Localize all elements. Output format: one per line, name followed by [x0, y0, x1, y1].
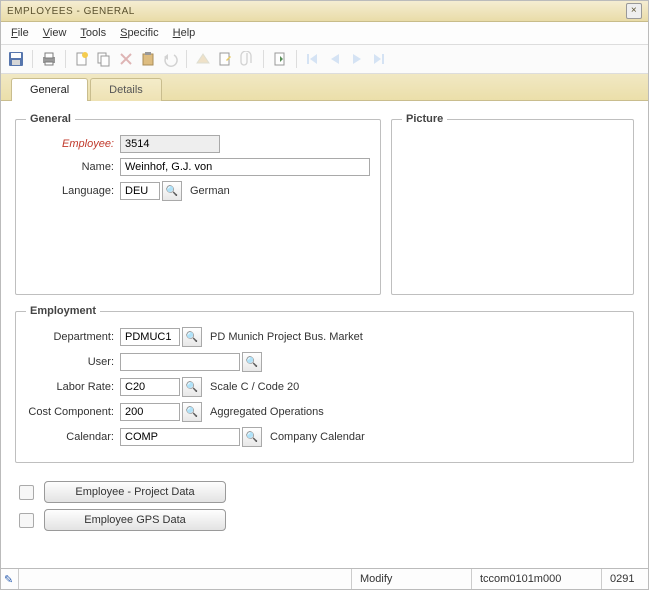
cost-component-desc: Aggregated Operations [210, 406, 324, 418]
save-icon[interactable] [7, 50, 25, 68]
user-lookup-icon[interactable]: 🔍 [242, 352, 262, 372]
department-desc: PD Munich Project Bus. Market [210, 331, 363, 343]
prev-icon [326, 50, 344, 68]
edit-mode-icon: ✎ [4, 573, 15, 586]
language-label: Language: [26, 185, 120, 197]
copy-icon[interactable] [95, 50, 113, 68]
project-data-checkbox[interactable] [19, 485, 34, 500]
menu-help[interactable]: Help [167, 25, 202, 41]
tab-general[interactable]: General [11, 78, 88, 101]
labor-rate-field[interactable] [120, 378, 180, 396]
calendar-desc: Company Calendar [270, 431, 365, 443]
separator [186, 50, 187, 68]
window: EMPLOYEES - GENERAL × File View Tools Sp… [0, 0, 649, 590]
group-picture: Picture [391, 113, 634, 295]
tabstrip: General Details [1, 74, 648, 101]
menu-tools[interactable]: Tools [74, 25, 112, 41]
cost-component-label: Cost Component: [26, 406, 120, 418]
group-general: General Employee: Name: Language: 🔍 Germ… [15, 113, 381, 295]
user-field[interactable] [120, 353, 240, 371]
group-general-legend: General [26, 113, 75, 125]
employee-gps-data-button[interactable]: Employee GPS Data [44, 509, 226, 531]
delete-icon [117, 50, 135, 68]
separator [296, 50, 297, 68]
group-employment: Employment Department: 🔍 PD Munich Proje… [15, 305, 634, 463]
attach-icon [238, 50, 256, 68]
menu-file[interactable]: File [5, 25, 35, 41]
user-label: User: [26, 356, 120, 368]
window-title: EMPLOYEES - GENERAL [7, 6, 626, 17]
labor-rate-lookup-icon[interactable]: 🔍 [182, 377, 202, 397]
department-field[interactable] [120, 328, 180, 346]
cost-component-lookup-icon[interactable]: 🔍 [182, 402, 202, 422]
name-field[interactable] [120, 158, 370, 176]
language-desc: German [190, 185, 230, 197]
status-mode: Modify [352, 569, 472, 589]
last-icon [370, 50, 388, 68]
menubar: File View Tools Specific Help [1, 22, 648, 45]
statusbar: ✎ Modify tccom0101m000 0291 [1, 568, 648, 589]
undo-icon [161, 50, 179, 68]
toolbar [1, 45, 648, 74]
gps-data-checkbox[interactable] [19, 513, 34, 528]
menu-view[interactable]: View [37, 25, 73, 41]
edit-icon[interactable] [216, 50, 234, 68]
name-label: Name: [26, 161, 120, 173]
tab-content: General Employee: Name: Language: 🔍 Germ… [1, 101, 648, 568]
employee-label: Employee: [26, 138, 120, 150]
calendar-lookup-icon[interactable]: 🔍 [242, 427, 262, 447]
status-session: tccom0101m000 [472, 569, 602, 589]
titlebar: EMPLOYEES - GENERAL × [1, 1, 648, 22]
new-icon[interactable] [73, 50, 91, 68]
department-lookup-icon[interactable]: 🔍 [182, 327, 202, 347]
paste-icon[interactable] [139, 50, 157, 68]
calendar-field[interactable] [120, 428, 240, 446]
separator [65, 50, 66, 68]
calendar-label: Calendar: [26, 431, 120, 443]
separator [32, 50, 33, 68]
employee-field[interactable] [120, 135, 220, 153]
menu-specific[interactable]: Specific [114, 25, 165, 41]
first-icon [304, 50, 322, 68]
cost-component-field[interactable] [120, 403, 180, 421]
send-icon [194, 50, 212, 68]
close-icon[interactable]: × [626, 3, 642, 19]
group-picture-legend: Picture [402, 113, 447, 125]
language-field[interactable] [120, 182, 160, 200]
labor-rate-label: Labor Rate: [26, 381, 120, 393]
group-employment-legend: Employment [26, 305, 100, 317]
labor-rate-desc: Scale C / Code 20 [210, 381, 299, 393]
print-icon[interactable] [40, 50, 58, 68]
export-icon[interactable] [271, 50, 289, 68]
employee-project-data-button[interactable]: Employee - Project Data [44, 481, 226, 503]
language-lookup-icon[interactable]: 🔍 [162, 181, 182, 201]
status-company: 0291 [602, 569, 648, 589]
separator [263, 50, 264, 68]
department-label: Department: [26, 331, 120, 343]
tab-details[interactable]: Details [90, 78, 162, 101]
next-icon [348, 50, 366, 68]
status-message [19, 569, 352, 589]
